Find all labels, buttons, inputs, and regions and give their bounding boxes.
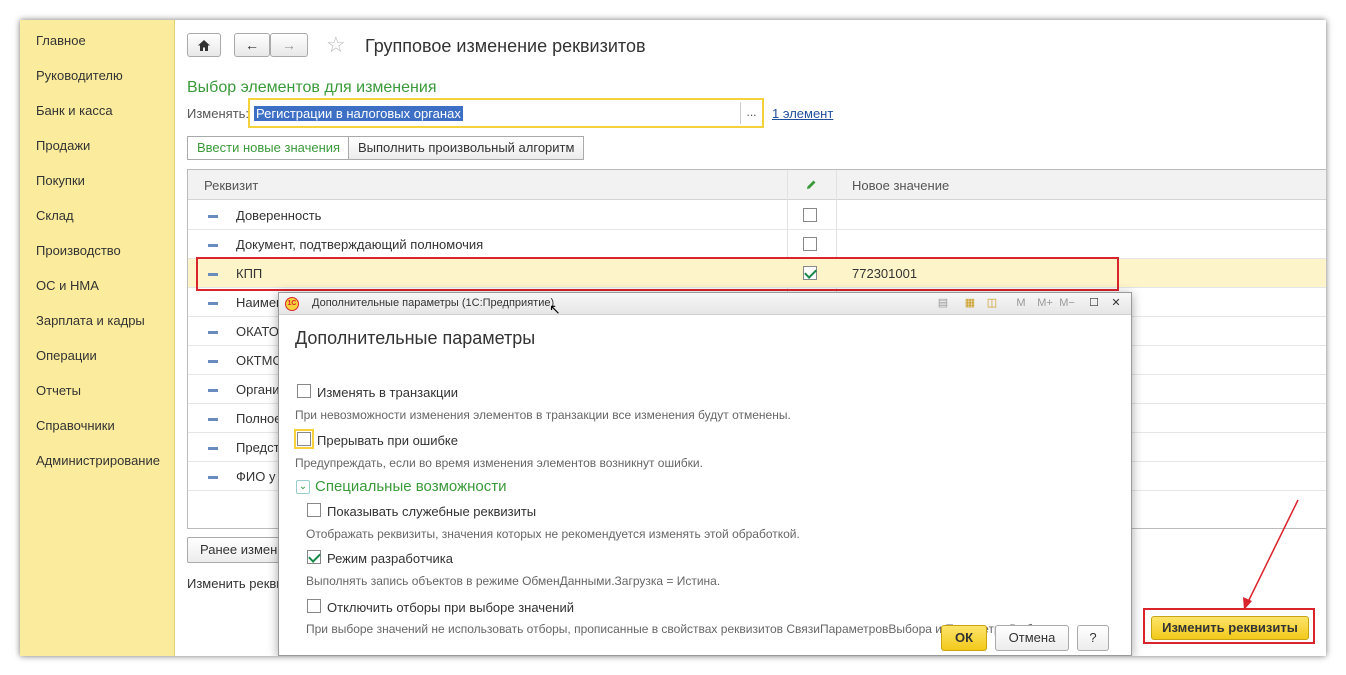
row-checkbox[interactable] <box>803 237 817 251</box>
elements-count-link[interactable]: 1 элемент <box>772 106 833 121</box>
select-button[interactable]: ... <box>740 102 762 124</box>
attribute-icon <box>208 447 218 450</box>
dialog-heading: Дополнительные параметры <box>295 328 536 348</box>
transaction-label[interactable]: Изменять в транзакции <box>317 385 458 400</box>
dialog-titlebar: 1С Дополнительные параметры (1С:Предприя… <box>279 293 1131 317</box>
row-name: Предст <box>236 440 280 455</box>
developer-mode-checkbox[interactable] <box>307 550 321 564</box>
attribute-icon <box>208 389 218 392</box>
app-logo-icon: 1С <box>285 297 299 311</box>
tab-custom-algorithm[interactable]: Выполнить произвольный алгоритм <box>348 136 585 160</box>
additional-params-dialog: 1С Дополнительные параметры (1С:Предприя… <box>278 292 1132 656</box>
sidebar-item-operations[interactable]: Операции <box>36 348 97 363</box>
app-window: Главное Руководителю Банк и касса Продаж… <box>20 20 1326 656</box>
table-row[interactable]: Документ, подтверждающий полномочия <box>188 230 1326 259</box>
developer-mode-label[interactable]: Режим разработчика <box>327 551 453 566</box>
sidebar-item-reports[interactable]: Отчеты <box>36 383 81 398</box>
help-button[interactable]: ? <box>1077 625 1109 651</box>
special-features-title[interactable]: Специальные возможности <box>315 478 507 495</box>
stop-on-error-label[interactable]: Прерывать при ошибке <box>317 433 458 448</box>
row-name: ОКТМО <box>236 353 283 368</box>
arrow-left-icon: ← <box>245 37 259 53</box>
chevron-down-icon[interactable]: ⌄ <box>296 480 310 494</box>
attribute-icon <box>208 331 218 334</box>
developer-mode-hint: Выполнять запись объектов в режиме Обмен… <box>306 574 721 588</box>
apply-highlight-frame: Изменить реквизиты <box>1143 608 1315 644</box>
disable-filters-checkbox[interactable] <box>307 599 321 613</box>
change-object-field[interactable]: Регистрации в налоговых органах ... <box>248 98 764 128</box>
row-checkbox[interactable] <box>803 208 817 222</box>
arrow-right-icon: → <box>282 37 296 53</box>
stop-on-error-checkbox[interactable] <box>294 429 314 449</box>
back-button[interactable]: ← <box>234 33 270 57</box>
attribute-icon <box>208 215 218 218</box>
home-button[interactable] <box>187 33 221 57</box>
sidebar-item-payroll[interactable]: Зарплата и кадры <box>36 313 145 328</box>
table-row[interactable]: Доверенность <box>188 201 1326 230</box>
transaction-checkbox[interactable] <box>297 384 311 398</box>
cancel-button[interactable]: Отмена <box>995 625 1069 651</box>
calculator-icon[interactable]: ▦ <box>963 296 977 310</box>
print-icon[interactable]: ▤ <box>936 296 950 310</box>
attribute-icon <box>208 360 218 363</box>
change-attributes-label: Изменить рекви <box>187 576 279 591</box>
calendar-icon[interactable]: ◫ <box>985 296 999 310</box>
show-service-hint: Отображать реквизиты, значения которых н… <box>306 527 800 541</box>
change-label: Изменять: <box>187 106 250 121</box>
row-name: Наимен <box>236 295 284 310</box>
sidebar-item-administration[interactable]: Администрирование <box>36 453 160 468</box>
home-icon <box>198 39 210 51</box>
sidebar-item-catalogs[interactable]: Справочники <box>36 418 115 433</box>
change-object-value[interactable]: Регистрации в налоговых органах <box>254 106 463 121</box>
maximize-icon[interactable]: ☐ <box>1087 296 1101 310</box>
sidebar-item-warehouse[interactable]: Склад <box>36 208 74 223</box>
row-name: Полное <box>236 411 282 426</box>
stop-on-error-hint: Предупреждать, если во время изменения э… <box>295 456 703 470</box>
disable-filters-label[interactable]: Отключить отборы при выборе значений <box>327 600 574 615</box>
attribute-icon <box>208 418 218 421</box>
col-attribute[interactable]: Реквизит <box>204 178 258 193</box>
sidebar-item-bank[interactable]: Банк и касса <box>36 103 113 118</box>
star-icon[interactable]: ☆ <box>326 32 346 58</box>
tab-enter-new-values[interactable]: Ввести новые значения <box>187 136 351 160</box>
attribute-icon <box>208 476 218 479</box>
show-service-checkbox[interactable] <box>307 503 321 517</box>
main-area: ← → ☆ Групповое изменение реквизитов Выб… <box>176 20 1326 656</box>
section-title: Выбор элементов для изменения <box>187 79 437 96</box>
sidebar-item-director[interactable]: Руководителю <box>36 68 123 83</box>
close-icon[interactable]: ✕ <box>1109 296 1123 310</box>
row-name: Доверенность <box>236 208 322 223</box>
transaction-hint: При невозможности изменения элементов в … <box>295 408 791 422</box>
sidebar-item-sales[interactable]: Продажи <box>36 138 90 153</box>
memory-mplus-button[interactable]: M+ <box>1035 296 1055 310</box>
sidebar-item-fixed-assets[interactable]: ОС и НМА <box>36 278 99 293</box>
row-name: Документ, подтверждающий полномочия <box>236 237 484 252</box>
attribute-icon <box>208 244 218 247</box>
row-name: ФИО у <box>236 469 276 484</box>
apply-changes-button[interactable]: Изменить реквизиты <box>1151 616 1309 640</box>
memory-mminus-button[interactable]: M− <box>1057 296 1077 310</box>
earlier-changed-button[interactable]: Ранее измен <box>187 537 283 563</box>
memory-m-button[interactable]: M <box>1014 296 1028 310</box>
pencil-icon <box>807 180 816 189</box>
mouse-cursor-icon: ↖ <box>549 301 561 317</box>
row-name: Органи <box>236 382 280 397</box>
sidebar-item-production[interactable]: Производство <box>36 243 121 258</box>
table-header: Реквизит Новое значение <box>188 170 1326 200</box>
kpp-highlight-frame <box>196 257 1119 291</box>
show-service-label[interactable]: Показывать служебные реквизиты <box>327 504 536 519</box>
page-title: Групповое изменение реквизитов <box>365 36 646 56</box>
forward-button[interactable]: → <box>270 33 308 57</box>
attribute-icon <box>208 302 218 305</box>
sidebar-item-purchases[interactable]: Покупки <box>36 173 85 188</box>
col-new-value[interactable]: Новое значение <box>852 178 949 193</box>
row-name: ОКАТО <box>236 324 279 339</box>
dialog-window-title: Дополнительные параметры (1С:Предприятие… <box>312 297 555 309</box>
sidebar-item-main[interactable]: Главное <box>36 33 86 48</box>
ok-button[interactable]: ОК <box>941 625 987 651</box>
sidebar: Главное Руководителю Банк и касса Продаж… <box>20 20 175 656</box>
